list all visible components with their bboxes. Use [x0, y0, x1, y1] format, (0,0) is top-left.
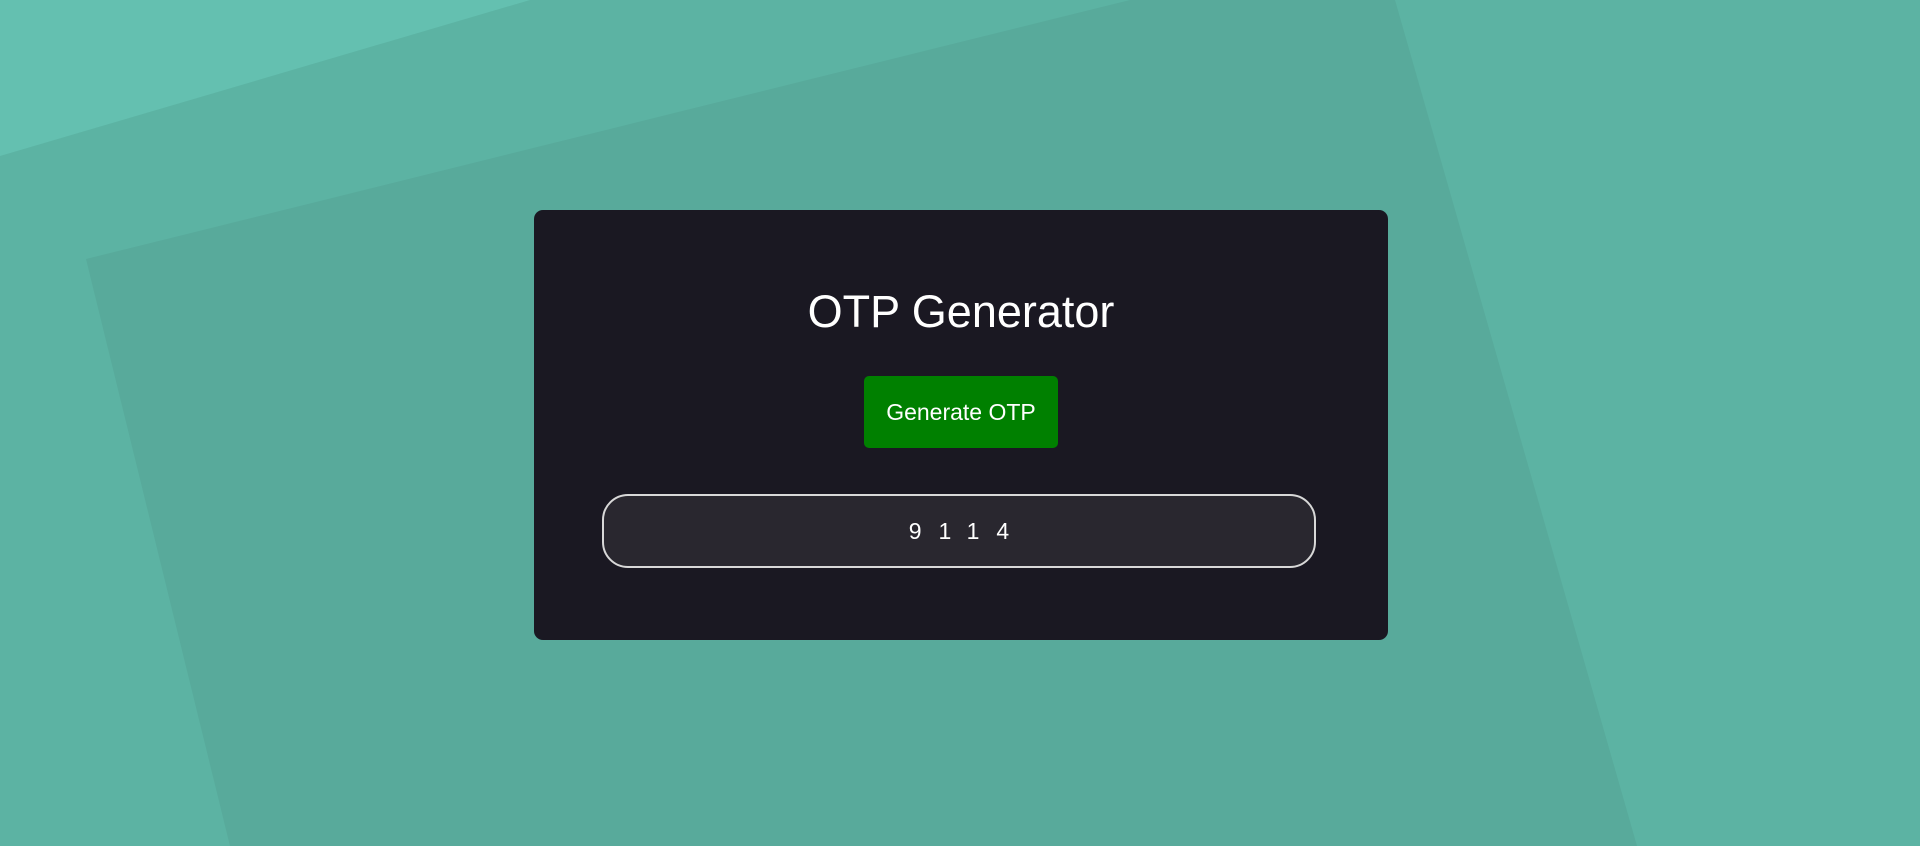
background-light-shape [0, 0, 530, 156]
otp-generator-card: OTP Generator Generate OTP 9114 [534, 210, 1388, 640]
otp-display: 9114 [602, 494, 1316, 568]
otp-value: 9114 [908, 517, 1027, 544]
page-title: OTP Generator [807, 286, 1115, 337]
generate-otp-button[interactable]: Generate OTP [864, 376, 1058, 448]
